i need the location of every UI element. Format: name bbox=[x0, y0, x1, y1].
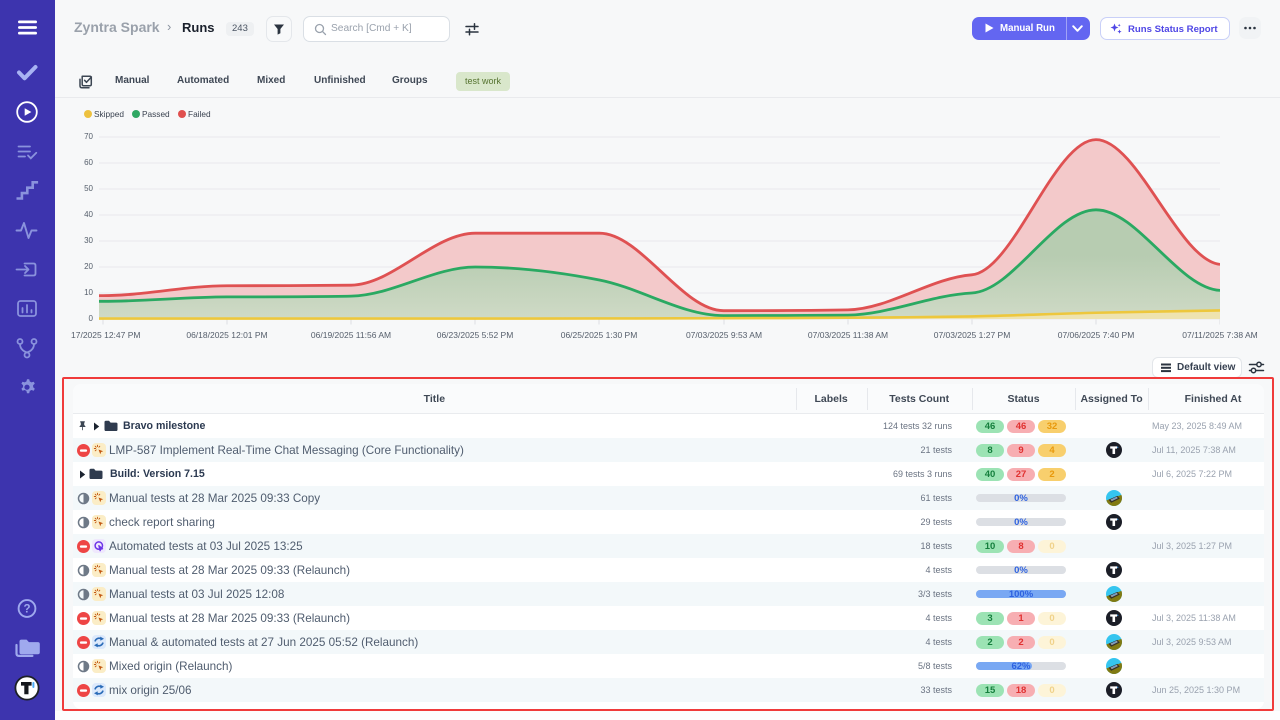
svg-text:?: ? bbox=[23, 604, 30, 616]
